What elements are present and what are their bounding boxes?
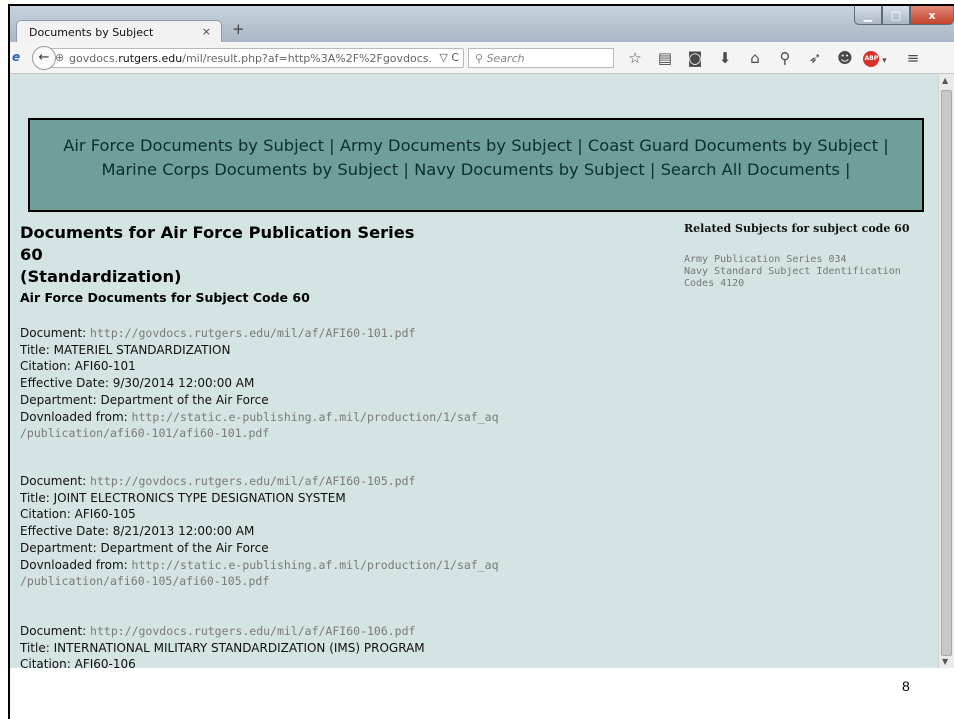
document-label: Document: <box>20 624 87 638</box>
nav-link-search-all[interactable]: Search All Documents | <box>661 160 851 179</box>
document-title: JOINT ELECTRONICS TYPE DESIGNATION SYSTE… <box>53 490 346 505</box>
source-link-cont[interactable]: /publication/afi60-101/afi60-101.pdf <box>20 426 269 440</box>
document-department: Department of the Air Force <box>100 392 269 407</box>
citation-label: Citation: <box>20 657 71 668</box>
nav-link-air-force[interactable]: Air Force Documents by Subject | <box>63 136 334 155</box>
source-link[interactable]: http://static.e-publishing.af.mil/produc… <box>132 558 499 572</box>
document-effective-date: 8/21/2013 12:00:00 AM <box>112 524 255 539</box>
nav-link-coast-guard[interactable]: Coast Guard Documents by Subject | <box>588 136 889 155</box>
vertical-scrollbar[interactable]: ▲ ▼ <box>938 74 954 668</box>
scroll-up-icon[interactable]: ▲ <box>942 76 948 85</box>
related-subjects-list: Army Publication Series 034 Navy Standar… <box>684 254 916 290</box>
downloaded-label: Dovnloaded from: <box>20 409 128 424</box>
nav-link-navy[interactable]: Navy Documents by Subject | <box>414 160 655 179</box>
page-title-line1: Documents for Air Force Publication Seri… <box>20 223 415 264</box>
document-entry: Document: http://govdocs.rutgers.edu/mil… <box>20 623 640 668</box>
department-label: Department: <box>20 540 97 555</box>
document-entry: Document: http://govdocs.rutgers.edu/mil… <box>20 473 640 590</box>
document-label: Document: <box>20 326 87 340</box>
source-link[interactable]: http://static.e-publishing.af.mil/produc… <box>132 410 499 424</box>
document-label: Document: <box>20 474 87 488</box>
nav-link-marine-corps[interactable]: Marine Corps Documents by Subject | <box>101 160 408 179</box>
title-label: Title: <box>20 490 50 505</box>
section-subheading: Air Force Documents for Subject Code 60 <box>20 290 310 305</box>
related-link-army[interactable]: Army Publication Series 034 <box>684 254 916 266</box>
document-department: Department of the Air Force <box>100 540 269 555</box>
document-citation: AFI60-106 <box>74 657 136 668</box>
document-title: INTERNATIONAL MILITARY STANDARDIZATION (… <box>53 640 425 655</box>
nav-link-army[interactable]: Army Documents by Subject | <box>340 136 583 155</box>
related-link-navy-cont[interactable]: Codes 4120 <box>684 278 916 290</box>
document-link[interactable]: http://govdocs.rutgers.edu/mil/af/AFI60-… <box>90 624 415 638</box>
scroll-down-icon[interactable]: ▼ <box>942 657 948 666</box>
related-link-navy[interactable]: Navy Standard Subject Identification <box>684 266 916 278</box>
document-title: MATERIEL STANDARDIZATION <box>53 342 231 357</box>
document-link[interactable]: http://govdocs.rutgers.edu/mil/af/AFI60-… <box>90 474 415 488</box>
slide-page-number: 8 <box>902 678 910 694</box>
downloaded-label: Dovnloaded from: <box>20 557 128 572</box>
document-citation: AFI60-101 <box>74 359 136 374</box>
page-title-line2: (Standardization) <box>20 267 182 286</box>
document-link[interactable]: http://govdocs.rutgers.edu/mil/af/AFI60-… <box>90 326 415 340</box>
effective-date-label: Effective Date: <box>20 524 109 539</box>
title-label: Title: <box>20 342 50 357</box>
source-link-cont[interactable]: /publication/afi60-105/afi60-105.pdf <box>20 574 269 588</box>
title-label: Title: <box>20 640 50 655</box>
page-title: Documents for Air Force Publication Seri… <box>20 222 440 288</box>
document-citation: AFI60-105 <box>74 507 136 522</box>
related-subjects-title: Related Subjects for subject code 60 <box>684 222 910 235</box>
citation-label: Citation: <box>20 507 71 522</box>
document-entry: Document: http://govdocs.rutgers.edu/mil… <box>20 325 640 442</box>
department-label: Department: <box>20 392 97 407</box>
scroll-thumb[interactable] <box>941 90 952 656</box>
subject-navigation-box: Air Force Documents by Subject | Army Do… <box>28 118 924 212</box>
document-effective-date: 9/30/2014 12:00:00 AM <box>112 376 255 391</box>
citation-label: Citation: <box>20 359 71 374</box>
effective-date-label: Effective Date: <box>20 376 109 391</box>
